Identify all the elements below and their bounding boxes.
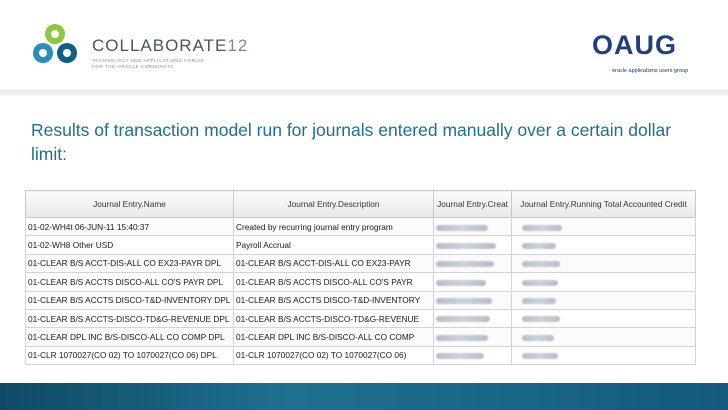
table-body: 01-02-WH4t 06-JUN-11 15:40:37 Created by … — [25, 216, 696, 366]
brand-block: COLLABORATE12 TECHNOLOGY AND APPLICATION… — [92, 36, 248, 69]
redacted-value — [522, 261, 560, 268]
cell-running-total-redacted — [511, 327, 696, 347]
cell-journal-name: 01-CLEAR B/S ACCTS-DISCO-TD&G-REVENUE DP… — [25, 308, 234, 329]
redacted-value — [522, 316, 560, 323]
oaug-logo: OAUG — [592, 30, 677, 60]
cell-journal-name: 01-CLR 1070027(CO 02) TO 1070027(CO 06) … — [25, 345, 234, 366]
brand-year: 12 — [227, 36, 249, 55]
table-row: 01-CLEAR B/S ACCTS DISCO-ALL CO'S PAYR D… — [25, 272, 696, 292]
slide-header: COLLABORATE12 TECHNOLOGY AND APPLICATION… — [0, 0, 728, 90]
redacted-value — [436, 224, 488, 231]
cell-running-total-redacted — [511, 235, 696, 255]
cell-journal-description: 01-CLEAR DPL INC B/S-DISCO-ALL CO COMP — [233, 327, 434, 347]
redacted-value — [522, 353, 558, 360]
results-table: Journal Entry.Name Journal Entry.Descrip… — [25, 190, 696, 366]
table-row: 01-02-WH4t 06-JUN-11 15:40:37 Created by … — [25, 216, 696, 237]
redacted-value — [522, 279, 558, 286]
cell-journal-name: 01-CLEAR DPL INC B/S-DISCO-ALL CO COMP D… — [25, 327, 234, 347]
redacted-value — [436, 316, 490, 323]
cell-journal-description: 01-CLEAR B/S ACCTS DISCO-T&D-INVENTORY — [233, 290, 434, 310]
cell-journal-description: 01-CLEAR B/S ACCTS-DISCO-TD&G-REVENUE — [233, 308, 434, 329]
cell-created-redacted — [433, 253, 512, 274]
brand-name: COLLABORATE — [92, 36, 228, 55]
redacted-value — [436, 242, 496, 249]
brand-tagline: TECHNOLOGY AND APPLICATIONS FORUM FOR TH… — [92, 58, 248, 69]
table-row: 01-CLR 1070027(CO 02) TO 1070027(CO 06) … — [25, 345, 696, 366]
column-header-created: Journal Entry.Creat — [433, 190, 512, 218]
cell-created-redacted — [433, 272, 512, 292]
column-header-description: Journal Entry.Description — [233, 190, 434, 218]
cell-journal-description: 01-CLR 1070027(CO 02) TO 1070027(CO 06) — [233, 345, 434, 366]
cell-journal-description: Created by recurring journal entry progr… — [233, 216, 434, 237]
cell-running-total-redacted — [511, 308, 696, 329]
column-header-running-total: Journal Entry.Running Total Accounted Cr… — [511, 190, 696, 218]
collaborate-logo-icon — [33, 24, 77, 63]
cell-created-redacted — [433, 216, 512, 237]
table-row: 01-CLEAR B/S ACCTS DISCO-T&D-INVENTORY D… — [25, 290, 696, 310]
redacted-value — [436, 279, 486, 286]
cell-journal-description: 01-CLEAR B/S ACCTS DISCO-ALL CO'S PAYR — [233, 272, 434, 292]
cell-running-total-redacted — [511, 290, 696, 310]
redacted-value — [522, 298, 556, 305]
cell-running-total-redacted — [511, 345, 696, 366]
cell-running-total-redacted — [511, 272, 696, 292]
brand-tagline-line-2: FOR THE ORACLE COMMUNITY — [92, 63, 174, 69]
redacted-value — [522, 334, 554, 341]
table-row: 01-CLEAR B/S ACCTS-DISCO-TD&G-REVENUE DP… — [25, 308, 696, 329]
table-row: 01-CLEAR DPL INC B/S-DISCO-ALL CO COMP D… — [25, 327, 696, 347]
oaug-tagline: oracle applications users group — [612, 68, 689, 74]
cell-journal-description: Payroll Accrual — [233, 235, 434, 255]
cell-created-redacted — [433, 327, 512, 347]
cell-journal-description: 01-CLEAR B/S ACCT-DIS-ALL CO EX23-PAYR — [233, 253, 434, 274]
table-header-row: Journal Entry.Name Journal Entry.Descrip… — [25, 190, 696, 218]
cell-journal-name: 01-02-WH4t 06-JUN-11 15:40:37 — [25, 216, 234, 237]
cell-running-total-redacted — [511, 216, 696, 237]
column-header-name: Journal Entry.Name — [25, 190, 234, 218]
cell-journal-name: 01-CLEAR B/S ACCT-DIS-ALL CO EX23-PAYR D… — [25, 253, 234, 274]
table-row: 01-02-WH8 Other USD Payroll Accrual — [25, 235, 696, 255]
slide-footer-bar — [0, 383, 728, 410]
redacted-value — [436, 353, 484, 360]
cell-created-redacted — [433, 308, 512, 329]
cell-created-redacted — [433, 235, 512, 255]
redacted-value — [522, 224, 562, 231]
redacted-value — [436, 298, 492, 305]
redacted-value — [436, 261, 494, 268]
brand-title: COLLABORATE12 — [92, 36, 248, 56]
cell-journal-name: 01-02-WH8 Other USD — [25, 235, 234, 255]
header-divider — [0, 90, 728, 96]
cell-journal-name: 01-CLEAR B/S ACCTS DISCO-T&D-INVENTORY D… — [25, 290, 234, 310]
cell-journal-name: 01-CLEAR B/S ACCTS DISCO-ALL CO'S PAYR D… — [25, 272, 234, 292]
slide-heading: Results of transaction model run for jou… — [31, 120, 672, 164]
redacted-value — [522, 242, 556, 249]
cell-created-redacted — [433, 290, 512, 310]
table-row: 01-CLEAR B/S ACCT-DIS-ALL CO EX23-PAYR D… — [25, 253, 696, 274]
redacted-value — [436, 334, 488, 341]
cell-running-total-redacted — [511, 253, 696, 274]
cell-created-redacted — [433, 345, 512, 366]
